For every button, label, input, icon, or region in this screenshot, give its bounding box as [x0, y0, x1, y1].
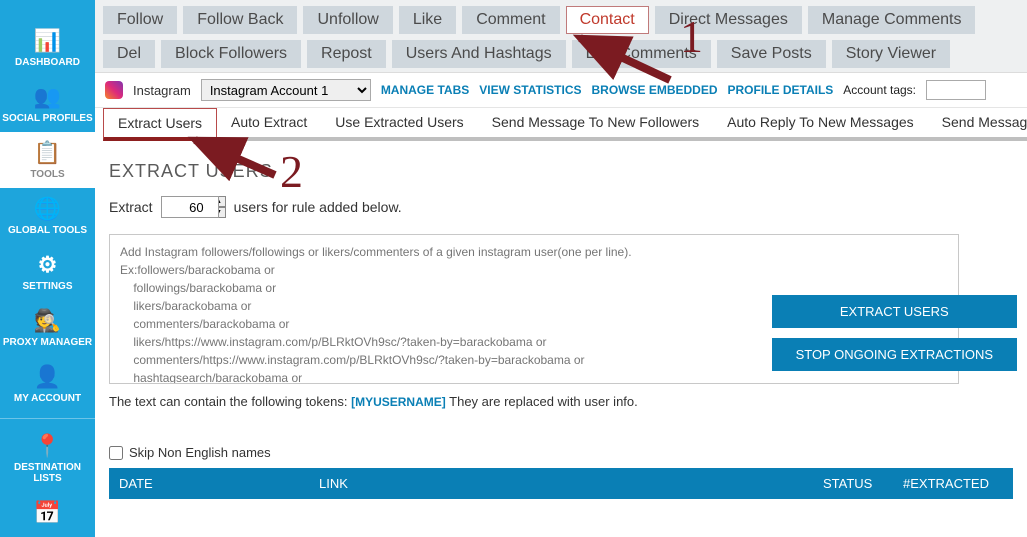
- sidebar-label: SOCIAL PROFILES: [2, 113, 92, 124]
- proxy-icon: 🕵: [34, 308, 61, 334]
- sidebar: 📊 DASHBOARD 👥 SOCIAL PROFILES 📋 TOOLS 🌐 …: [0, 0, 95, 537]
- tab-direct-messages[interactable]: Direct Messages: [655, 6, 802, 34]
- extract-row: Extract ▲ ▼ users for rule added below.: [109, 196, 1013, 218]
- tab-comment[interactable]: Comment: [462, 6, 559, 34]
- sidebar-item-global-tools[interactable]: 🌐 GLOBAL TOOLS: [0, 188, 95, 244]
- section-title: EXTRACT USERS: [109, 161, 1013, 182]
- sidebar-label: PROXY MANAGER: [3, 337, 92, 348]
- sidebar-label: TOOLS: [30, 169, 64, 180]
- extract-users-button[interactable]: EXTRACT USERS: [772, 295, 1017, 328]
- dashboard-icon: 📊: [34, 28, 61, 54]
- view-statistics-link[interactable]: VIEW STATISTICS: [479, 83, 581, 97]
- sidebar-label: SETTINGS: [22, 281, 72, 292]
- tab-repost[interactable]: Repost: [307, 40, 386, 68]
- token-myusername: [MYUSERNAME]: [351, 395, 446, 409]
- platform-label: Instagram: [133, 83, 191, 98]
- subtab-extract-users[interactable]: Extract Users: [103, 108, 217, 141]
- skip-non-english-checkbox[interactable]: [109, 446, 123, 460]
- tab-users-hashtags[interactable]: Users And Hashtags: [392, 40, 566, 68]
- sidebar-label: DESTINATION LISTS: [0, 462, 95, 484]
- account-icon: 👤: [34, 364, 61, 390]
- tab-save-posts[interactable]: Save Posts: [717, 40, 826, 68]
- token-suffix: They are replaced with user info.: [449, 394, 638, 409]
- tab-unfollow[interactable]: Unfollow: [303, 6, 392, 34]
- tab-like-comments[interactable]: Like Comments: [572, 40, 711, 68]
- settings-icon: ⚙: [38, 252, 58, 278]
- content: EXTRACT USERS Extract ▲ ▼ users for rule…: [95, 145, 1027, 537]
- account-tags-label: Account tags:: [843, 83, 916, 97]
- profile-details-link[interactable]: PROFILE DETAILS: [728, 83, 834, 97]
- sidebar-label: MY ACCOUNT: [14, 393, 81, 404]
- tab-like[interactable]: Like: [399, 6, 456, 34]
- subtab-auto-reply[interactable]: Auto Reply To New Messages: [713, 108, 928, 141]
- tab-follow-back[interactable]: Follow Back: [183, 6, 297, 34]
- calendar-icon: 📅: [34, 500, 61, 526]
- results-table: DATE LINK STATUS #EXTRACTED: [109, 468, 1013, 499]
- sidebar-item-dashboard[interactable]: 📊 DASHBOARD: [0, 20, 95, 76]
- sidebar-item-proxy-manager[interactable]: 🕵 PROXY MANAGER: [0, 300, 95, 356]
- col-extracted: #EXTRACTED: [893, 468, 1013, 499]
- global-tools-icon: 🌐: [34, 196, 61, 222]
- subtab-use-extracted[interactable]: Use Extracted Users: [321, 108, 477, 141]
- sub-tab-strip: Extract Users Auto Extract Use Extracted…: [95, 108, 1027, 145]
- top-tab-strip: Follow Follow Back Unfollow Like Comment…: [95, 0, 1027, 73]
- subtab-auto-extract[interactable]: Auto Extract: [217, 108, 321, 141]
- sidebar-label: DASHBOARD: [15, 57, 80, 68]
- manage-tabs-link[interactable]: MANAGE TABS: [381, 83, 469, 97]
- subtab-send-new-followers[interactable]: Send Message To New Followers: [478, 108, 714, 141]
- tab-follow[interactable]: Follow: [103, 6, 177, 34]
- tools-icon: 📋: [34, 140, 61, 166]
- sidebar-item-my-account[interactable]: 👤 MY ACCOUNT: [0, 356, 95, 412]
- subtab-send-messages[interactable]: Send Messages: [928, 108, 1027, 141]
- sidebar-label: GLOBAL TOOLS: [8, 225, 87, 236]
- col-status: STATUS: [813, 468, 893, 499]
- sidebar-item-destination-lists[interactable]: 📍 DESTINATION LISTS: [0, 425, 95, 492]
- token-prefix: The text can contain the following token…: [109, 394, 351, 409]
- tab-block-followers[interactable]: Block Followers: [161, 40, 301, 68]
- stop-extractions-button[interactable]: STOP ONGOING EXTRACTIONS: [772, 338, 1017, 371]
- social-profiles-icon: 👥: [34, 84, 61, 110]
- tab-contact[interactable]: Contact: [566, 6, 649, 34]
- sidebar-item-settings[interactable]: ⚙ SETTINGS: [0, 244, 95, 300]
- tab-manage-comments[interactable]: Manage Comments: [808, 6, 976, 34]
- col-link: LINK: [309, 468, 813, 499]
- instagram-icon: [105, 81, 123, 99]
- skip-non-english-label: Skip Non English names: [129, 445, 271, 460]
- sidebar-item-tools[interactable]: 📋 TOOLS: [0, 132, 95, 188]
- account-bar: Instagram Instagram Account 1 MANAGE TAB…: [95, 73, 1027, 108]
- extract-suffix: users for rule added below.: [234, 199, 402, 215]
- extract-count-input[interactable]: [161, 196, 219, 218]
- extract-label: Extract: [109, 199, 153, 215]
- sidebar-item-calendar[interactable]: 📅: [0, 492, 95, 537]
- account-tags-input[interactable]: [926, 80, 986, 100]
- account-select[interactable]: Instagram Account 1: [201, 79, 371, 101]
- tab-delete[interactable]: Del: [103, 40, 155, 68]
- browse-embedded-link[interactable]: BROWSE EMBEDDED: [592, 83, 718, 97]
- main: Follow Follow Back Unfollow Like Comment…: [95, 0, 1027, 537]
- tab-story-viewer[interactable]: Story Viewer: [832, 40, 950, 68]
- sidebar-item-social-profiles[interactable]: 👥 SOCIAL PROFILES: [0, 76, 95, 132]
- token-info: The text can contain the following token…: [109, 394, 1013, 409]
- col-date: DATE: [109, 468, 309, 499]
- destination-icon: 📍: [34, 433, 61, 459]
- sidebar-divider: [0, 418, 95, 419]
